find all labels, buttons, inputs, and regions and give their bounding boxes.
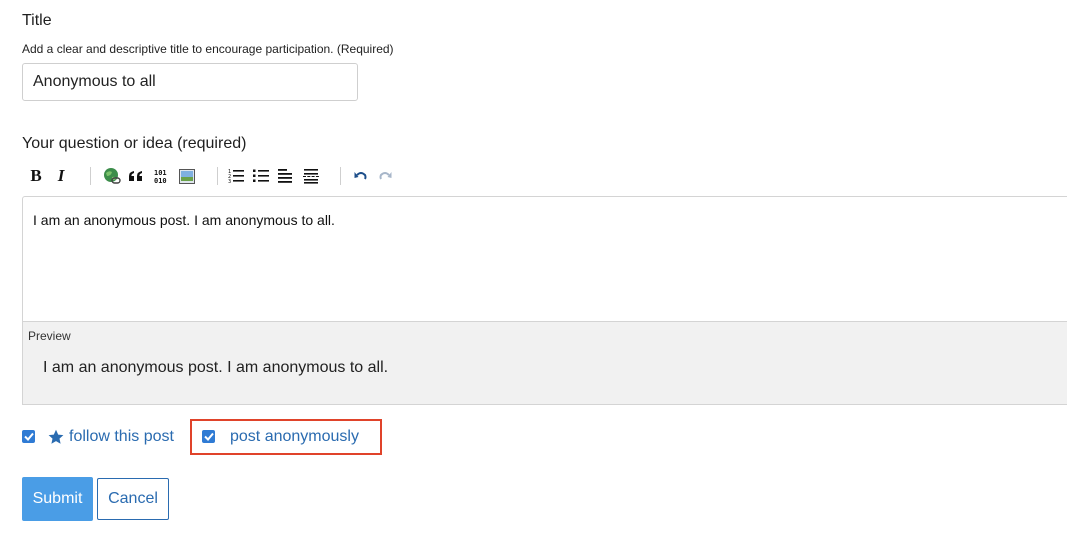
checkmark-icon: [203, 432, 214, 441]
preview-label: Preview: [28, 329, 71, 343]
svg-text:101: 101: [154, 169, 167, 177]
editor-content[interactable]: I am an anonymous post. I am anonymous t…: [33, 212, 335, 228]
star-icon: [48, 429, 64, 450]
toolbar-divider: [90, 167, 91, 185]
anonymous-checkbox[interactable]: [202, 430, 215, 443]
editor-toolbar: B I 101 010 1 2 3: [22, 164, 422, 188]
redo-icon[interactable]: [377, 164, 393, 188]
bulleted-list-icon[interactable]: [253, 164, 269, 188]
title-input[interactable]: [22, 63, 358, 101]
numbered-list-icon[interactable]: 1 2 3: [228, 164, 244, 188]
toolbar-divider: [217, 167, 218, 185]
quote-icon[interactable]: [127, 164, 145, 188]
heading-icon[interactable]: [278, 164, 294, 188]
toolbar-divider: [340, 167, 341, 185]
preview-panel: Preview I am an anonymous post. I am ano…: [22, 321, 1067, 405]
question-editor[interactable]: I am an anonymous post. I am anonymous t…: [22, 196, 1067, 321]
follow-post-label[interactable]: follow this post: [69, 428, 174, 446]
code-icon[interactable]: 101 010: [152, 164, 172, 188]
preview-text: I am an anonymous post. I am anonymous t…: [43, 359, 389, 376]
question-label: Your question or idea (required): [22, 135, 247, 152]
svg-text:010: 010: [154, 177, 167, 184]
horizontal-rule-icon[interactable]: [302, 164, 320, 188]
submit-button[interactable]: Submit: [22, 477, 93, 521]
checkmark-icon: [23, 432, 34, 441]
cancel-button[interactable]: Cancel: [97, 478, 169, 520]
post-anonymously-label[interactable]: post anonymously: [230, 428, 359, 446]
title-label: Title: [22, 12, 52, 29]
title-help-text: Add a clear and descriptive title to enc…: [22, 42, 394, 56]
svg-text:3: 3: [228, 179, 231, 184]
image-icon[interactable]: [178, 164, 196, 188]
italic-button[interactable]: I: [54, 164, 68, 188]
bold-button[interactable]: B: [28, 164, 44, 188]
follow-checkbox[interactable]: [22, 430, 35, 443]
link-icon[interactable]: [102, 164, 122, 188]
undo-icon[interactable]: [353, 164, 369, 188]
